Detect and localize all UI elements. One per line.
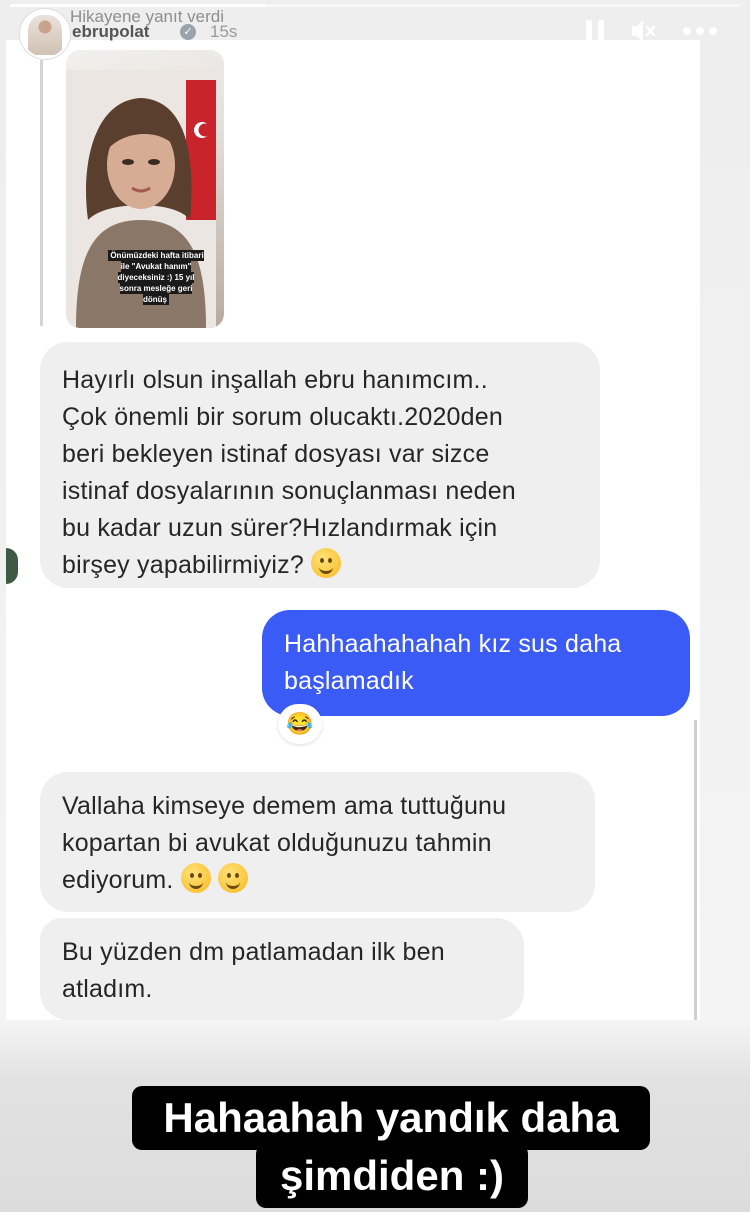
laughing-reaction-icon[interactable]: 😂 [278,704,322,744]
message-line: ediyorum. [62,866,174,894]
message-line: kopartan bi avukat olduğunuzu tahmin [62,829,492,857]
reply-indicator-line [40,60,43,326]
incoming-message-3: Bu yüzden dm patlamadan ilk ben atladım. [40,918,524,1020]
pause-icon[interactable] [585,20,605,42]
message-line: beri bekleyen istinaf dosyası var sizce [62,440,490,468]
message-line: birşey yapabilirmiyiz? [62,551,304,579]
story-caption-text: Önümüzdeki hafta itibari ile "Avukat han… [108,250,204,305]
avatar-photo [28,15,62,55]
message-line: Vallaha kimseye demem ama tuttuğunu [62,792,507,820]
incoming-message-1: Hayırlı olsun inşallah ebru hanımcım.. Ç… [40,342,600,588]
outgoing-message-1: Hahhaahahahah kız sus daha başlamadık [262,610,690,716]
message-line: başlamadık [284,667,414,695]
message-line: atladım. [62,975,153,1003]
incoming-message-2: Vallaha kimseye demem ama tuttuğunu kopa… [40,772,595,912]
message-line: Hahhaahahahah kız sus daha [284,630,622,658]
message-line: Çok önemli bir sorum olucaktı.2020den [62,403,503,431]
scrollbar[interactable] [694,720,697,1020]
smiling-face-emoji-icon [311,548,342,578]
rolling-laughing-emoji-icon [180,863,211,893]
verified-badge-icon: ✓ [180,24,196,40]
message-line: bu kadar uzun sürer?Hızlandırmak için [62,514,498,542]
muted-speaker-icon[interactable] [630,18,658,44]
story-text-caption-line-2: şimdiden :) [256,1144,528,1208]
story-username[interactable]: ebrupolat [72,22,149,42]
story-text-caption-line-1: Hahaahah yandık daha [132,1086,650,1150]
story-time: 15s [210,22,238,41]
message-line: Bu yüzden dm patlamadan ilk ben [62,938,445,966]
replied-story-thumbnail[interactable]: Önümüzdeki hafta itibari ile "Avukat han… [66,50,224,328]
message-line: Hayırlı olsun inşallah ebru hanımcım.. [62,366,488,394]
hugging-face-emoji-icon [217,863,248,893]
more-dots-icon[interactable] [683,27,717,35]
message-line: istinaf dosyalarının sonuçlanması neden [62,477,516,505]
story-avatar[interactable] [20,9,70,59]
